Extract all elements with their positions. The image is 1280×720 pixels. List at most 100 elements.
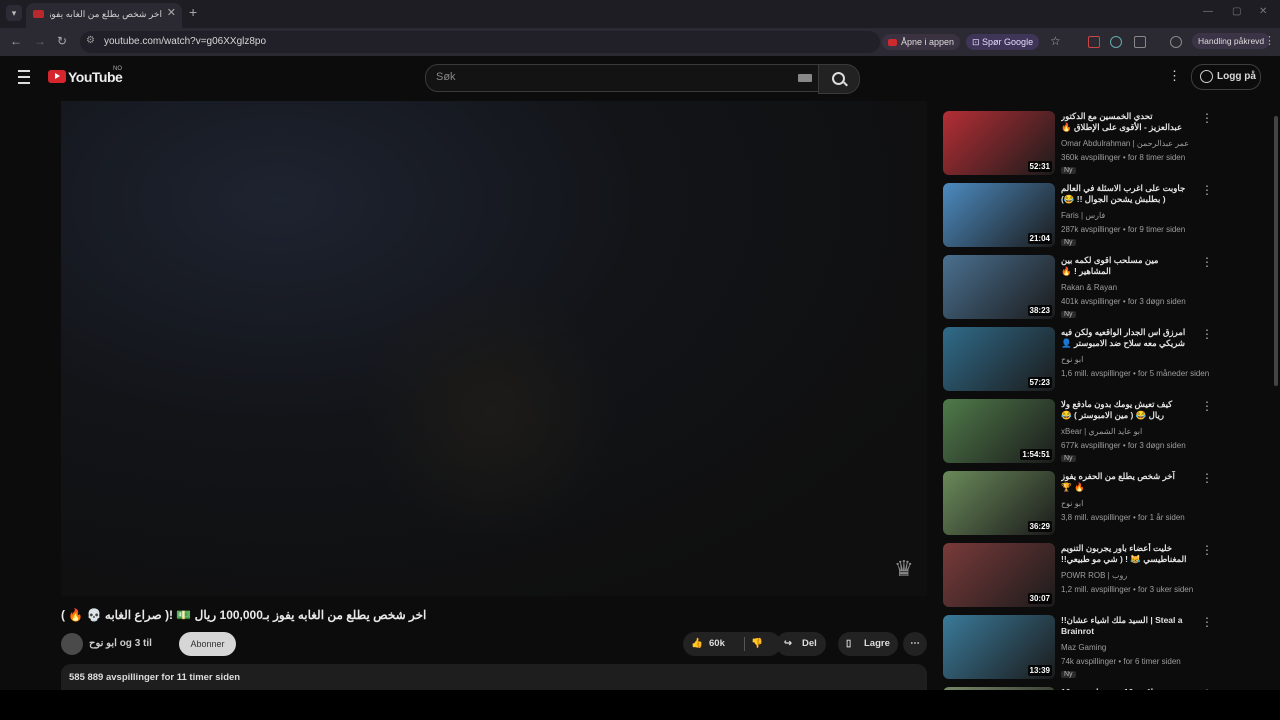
like-count[interactable]: 60k [709, 632, 725, 656]
video-menu-icon[interactable]: ⋮ [1201, 615, 1213, 629]
list-item[interactable]: 52:31 تحدي الخمسين مع الدكتور عبدالعزيز -… [943, 111, 1223, 177]
video-thumbnail[interactable]: 57:23 [943, 327, 1055, 391]
channel-name[interactable]: Rakan & Rayan [1061, 283, 1201, 292]
video-menu-icon[interactable]: ⋮ [1201, 399, 1213, 413]
video-title[interactable]: مين مسلحب اقوى لكمه بين المشاهير ! 🔥 [1061, 255, 1187, 277]
video-meta: 677k avspillinger • for 3 døgn siden [1061, 441, 1186, 450]
dislike-icon[interactable]: 👎 [751, 632, 763, 656]
menu-icon[interactable] [18, 70, 30, 84]
duration-badge: 52:31 [1027, 161, 1052, 172]
video-thumbnail[interactable]: 30:07 [943, 543, 1055, 607]
browser-tabstrip: ▾ اخر شخص يطلع من الغابه يفوز بـ ✕ + — ▢… [0, 0, 1280, 28]
channel-name[interactable]: Maz Gaming [1061, 643, 1201, 652]
video-title[interactable]: جبت اقوى 10 مستحيلين ضد 10 دبب !! [1061, 687, 1187, 690]
address-bar[interactable]: ⚙ youtube.com/watch?v=g06XXglz8po [80, 31, 880, 53]
youtube-favicon-icon [33, 10, 44, 18]
save-label: Lagre [864, 638, 890, 649]
list-item[interactable]: 13:39 Steal a | السيد ملك اشياء عشان!! Br… [943, 615, 1223, 681]
duration-badge: 30:07 [1027, 593, 1052, 604]
keyboard-icon[interactable] [798, 74, 812, 82]
reload-icon[interactable]: ↻ [57, 34, 67, 48]
channel-watermark-icon[interactable]: ♛ [894, 556, 914, 582]
shield-icon[interactable] [1110, 36, 1122, 48]
browser-menu-icon[interactable]: ⋮ [1264, 34, 1275, 47]
video-meta: 74k avspillinger • for 6 timer siden [1061, 657, 1181, 666]
url-text[interactable]: youtube.com/watch?v=g06XXglz8po [104, 36, 266, 47]
video-menu-icon[interactable]: ⋮ [1201, 543, 1213, 557]
forward-icon[interactable]: → [34, 34, 46, 48]
tab-search-icon[interactable]: ▾ [6, 5, 22, 21]
video-thumbnail[interactable]: 38:23 [943, 255, 1055, 319]
avatar[interactable] [61, 633, 83, 655]
channel-name[interactable]: Omar Abdulrahman | عمر عبدالرحمن [1061, 139, 1201, 148]
video-title[interactable]: جاوبت على اغرب الاسئلة في العالم ( بطلبش… [1061, 183, 1187, 205]
list-item[interactable]: 1:54:51 كيف تعيش يومك بدون مادفع ولا ريال… [943, 399, 1223, 465]
maximize-icon[interactable]: ▢ [1232, 6, 1241, 17]
youtube-icon [888, 39, 897, 47]
list-item[interactable]: جبت اقوى 10 مستحيلين ضد 10 دبب !! ⋮ [943, 687, 1223, 690]
video-title[interactable]: كيف تعيش يومك بدون مادفع ولا ريال 😂 ( مي… [1061, 399, 1187, 421]
list-item[interactable]: 38:23 مين مسلحب اقوى لكمه بين المشاهير ! … [943, 255, 1223, 321]
video-thumbnail[interactable]: 21:04 [943, 183, 1055, 247]
profile-icon[interactable] [1170, 36, 1182, 48]
back-icon[interactable]: ← [10, 34, 22, 48]
video-title[interactable]: آخر شخص يطلع من الحفره يفوز 🔥 🏆 [1061, 471, 1187, 493]
settings-menu-icon[interactable]: ⋮ [1168, 68, 1181, 84]
more-actions-button[interactable]: ⋯ [903, 632, 927, 656]
site-info-icon[interactable]: ⚙ [86, 35, 95, 46]
search-input[interactable]: Søk [425, 64, 819, 92]
share-button[interactable]: ↪ Del [776, 632, 826, 656]
video-menu-icon[interactable]: ⋮ [1201, 327, 1213, 341]
list-item[interactable]: 36:29 آخر شخص يطلع من الحفره يفوز 🔥 🏆 ابو … [943, 471, 1223, 537]
video-title[interactable]: خليت أعضاء باور يجربون التنويم المغناطيس… [1061, 543, 1187, 566]
save-button[interactable]: ▯ Lagre [838, 632, 898, 656]
video-thumbnail[interactable]: 52:31 [943, 111, 1055, 175]
new-tab-icon[interactable]: + [189, 4, 197, 20]
video-thumbnail[interactable]: 36:29 [943, 471, 1055, 535]
action-required-button[interactable]: Handling påkrevd [1192, 33, 1271, 49]
channel-name[interactable]: xBear | ابو عايد الشمري [1061, 427, 1201, 436]
video-player[interactable] [61, 101, 927, 596]
list-item[interactable]: 21:04 جاوبت على اغرب الاسئلة في العالم ( … [943, 183, 1223, 249]
puzzle-icon[interactable] [1134, 36, 1146, 48]
video-title[interactable]: تحدي الخمسين مع الدكتور عبدالعزيز - الأق… [1061, 111, 1187, 133]
channel-name[interactable]: Faris | فارس [1061, 211, 1201, 220]
video-menu-icon[interactable]: ⋮ [1201, 111, 1213, 125]
video-menu-icon[interactable]: ⋮ [1201, 183, 1213, 197]
channel-name[interactable]: ابو نوح [1061, 499, 1201, 508]
extension-icon[interactable] [1088, 36, 1100, 48]
open-in-app-button[interactable]: Åpne i appen [882, 34, 961, 50]
search-button[interactable] [818, 64, 860, 94]
video-title[interactable]: Steal a | السيد ملك اشياء عشان!! Brainro… [1061, 615, 1187, 637]
description-box[interactable]: 585 889 avspillinger for 11 timer siden [61, 664, 927, 690]
youtube-logo[interactable]: YouTube [48, 68, 123, 86]
video-menu-icon[interactable]: ⋮ [1201, 471, 1213, 485]
divider [744, 637, 745, 651]
scrollbar[interactable] [1274, 116, 1278, 386]
close-window-icon[interactable]: ✕ [1259, 6, 1267, 17]
channel-name[interactable]: ابو نوح [1061, 355, 1201, 364]
video-menu-icon[interactable]: ⋮ [1201, 255, 1213, 269]
region-code: NO [113, 66, 122, 72]
video-meta: 3,8 mill. avspillinger • for 1 år siden [1061, 513, 1185, 522]
duration-badge: 21:04 [1027, 233, 1052, 244]
browser-tab[interactable]: اخر شخص يطلع من الغابه يفوز بـ ✕ [26, 3, 182, 28]
list-item[interactable]: 30:07 خليت أعضاء باور يجربون التنويم المغ… [943, 543, 1223, 609]
video-menu-icon[interactable]: ⋮ [1201, 687, 1213, 690]
tab-close-icon[interactable]: ✕ [167, 6, 176, 19]
subscribe-button[interactable]: Abonner [179, 632, 236, 656]
bookmark-star-icon[interactable]: ☆ [1050, 34, 1061, 48]
channel-name[interactable]: POWR ROB | روب [1061, 571, 1201, 580]
video-thumbnail[interactable]: 13:39 [943, 615, 1055, 679]
like-icon[interactable]: 👍 [691, 632, 703, 656]
ask-google-button[interactable]: ⊡ Spør Google [966, 34, 1040, 50]
login-button[interactable]: Logg på [1191, 64, 1261, 90]
video-title[interactable]: امرزق اس الجدار الواقعيه ولكن فيه شريكي … [1061, 327, 1187, 350]
video-thumbnail[interactable] [943, 687, 1055, 690]
channel-name[interactable]: ابو نوح og 3 til [89, 638, 152, 649]
video-meta: 360k avspillinger • for 8 timer siden [1061, 153, 1186, 162]
video-thumbnail[interactable]: 1:54:51 [943, 399, 1055, 463]
minimize-icon[interactable]: — [1203, 6, 1213, 17]
list-item[interactable]: 57:23 امرزق اس الجدار الواقعيه ولكن فيه ش… [943, 327, 1223, 393]
share-label: Del [802, 638, 817, 649]
